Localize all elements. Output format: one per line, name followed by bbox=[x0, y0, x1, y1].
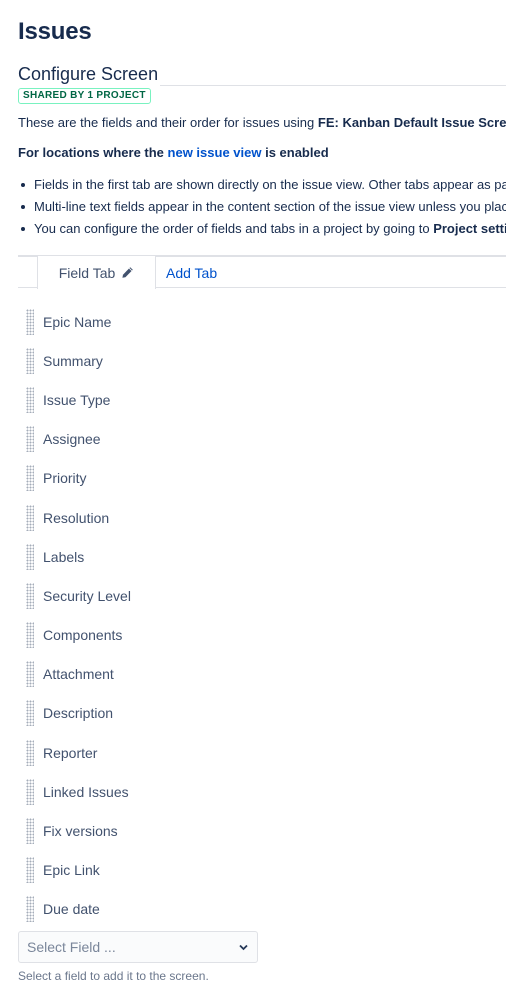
field-row-linked-issues[interactable]: Linked Issues bbox=[26, 772, 131, 811]
intro-screen-name: FE: Kanban Default Issue Screen bbox=[317, 115, 506, 130]
screen-title: Configure Screen bbox=[18, 64, 159, 84]
locations-prefix: For locations where the bbox=[18, 145, 168, 160]
intro-text: These are the fields and their order for… bbox=[18, 115, 506, 130]
field-row-description[interactable]: Description bbox=[26, 694, 131, 733]
field-label: Security Level bbox=[43, 587, 131, 604]
select-field-helper: Select a field to add it to the screen. bbox=[18, 969, 209, 983]
field-label: Summary bbox=[43, 352, 103, 369]
field-row-priority[interactable]: Priority bbox=[26, 459, 131, 498]
page-title: Issues bbox=[18, 18, 92, 45]
field-row-attachment[interactable]: Attachment bbox=[26, 655, 131, 694]
field-row-epic-name[interactable]: Epic Name bbox=[26, 302, 131, 341]
drag-handle-icon[interactable] bbox=[26, 308, 34, 335]
field-row-resolution[interactable]: Resolution bbox=[26, 498, 131, 537]
field-row-security-level[interactable]: Security Level bbox=[26, 576, 131, 615]
drag-handle-icon[interactable] bbox=[26, 504, 34, 531]
drag-handle-icon[interactable] bbox=[26, 347, 34, 374]
drag-handle-icon[interactable] bbox=[26, 543, 34, 570]
field-row-summary[interactable]: Summary bbox=[26, 341, 131, 380]
field-label: Fix versions bbox=[43, 823, 118, 840]
field-label: Due date bbox=[43, 901, 100, 918]
tab-field-tab[interactable]: Field Tab bbox=[37, 256, 156, 289]
bullet-multiline: Multi-line text fields appear in the con… bbox=[18, 196, 506, 218]
shared-badge[interactable]: SHARED BY 1 PROJECT bbox=[18, 88, 151, 104]
pencil-icon[interactable] bbox=[121, 266, 134, 279]
title-divider bbox=[160, 85, 506, 86]
field-label: Description bbox=[43, 705, 114, 722]
field-row-issue-type[interactable]: Issue Type bbox=[26, 380, 131, 419]
drag-handle-icon[interactable] bbox=[26, 896, 34, 923]
intro-prefix: These are the fields and their order for… bbox=[18, 115, 318, 130]
new-issue-view-link[interactable]: new issue view bbox=[168, 145, 262, 160]
info-bullet-list: Fields in the first tab are shown direct… bbox=[18, 174, 506, 240]
add-tab-button[interactable]: Add Tab bbox=[166, 265, 217, 281]
bullet-configure-text: You can configure the order of fields an… bbox=[34, 221, 434, 236]
field-label: Attachment bbox=[43, 666, 114, 683]
drag-handle-icon[interactable] bbox=[26, 739, 34, 766]
field-list: Epic Name Summary Issue Type Assignee Pr… bbox=[26, 302, 131, 929]
tab-field-tab-label: Field Tab bbox=[58, 264, 116, 281]
locations-suffix: is enabled bbox=[261, 145, 329, 160]
drag-handle-icon[interactable] bbox=[26, 661, 34, 688]
drag-handle-icon[interactable] bbox=[26, 582, 34, 609]
field-row-labels[interactable]: Labels bbox=[26, 537, 131, 576]
field-row-due-date[interactable]: Due date bbox=[26, 890, 131, 929]
locations-heading: For locations where the new issue view i… bbox=[18, 145, 506, 160]
field-row-epic-link[interactable]: Epic Link bbox=[26, 851, 131, 890]
drag-handle-icon[interactable] bbox=[26, 622, 34, 649]
bullet-first-tab: Fields in the first tab are shown direct… bbox=[18, 174, 506, 196]
field-label: Epic Name bbox=[43, 313, 112, 330]
drag-handle-icon[interactable] bbox=[26, 700, 34, 727]
bullet-configure: You can configure the order of fields an… bbox=[18, 218, 506, 240]
field-label: Issue Type bbox=[43, 391, 111, 408]
drag-handle-icon[interactable] bbox=[26, 857, 34, 884]
field-label: Priority bbox=[43, 470, 87, 487]
field-label: Resolution bbox=[43, 509, 110, 526]
tabs-bar: Field Tab Add Tab bbox=[18, 255, 506, 289]
drag-handle-icon[interactable] bbox=[26, 778, 34, 805]
field-label: Reporter bbox=[43, 744, 98, 761]
field-label: Assignee bbox=[43, 431, 101, 448]
field-row-fix-versions[interactable]: Fix versions bbox=[26, 811, 131, 850]
select-field-placeholder: Select Field ... bbox=[27, 939, 116, 955]
chevron-down-icon bbox=[239, 944, 248, 951]
field-label: Linked Issues bbox=[43, 783, 129, 800]
project-settings-link[interactable]: Project settir bbox=[433, 221, 506, 236]
field-row-reporter[interactable]: Reporter bbox=[26, 733, 131, 772]
field-label: Labels bbox=[43, 548, 85, 565]
field-row-components[interactable]: Components bbox=[26, 616, 131, 655]
drag-handle-icon[interactable] bbox=[26, 818, 34, 845]
drag-handle-icon[interactable] bbox=[26, 426, 34, 453]
select-field-dropdown[interactable]: Select Field ... bbox=[18, 931, 258, 963]
drag-handle-icon[interactable] bbox=[26, 465, 34, 492]
field-row-assignee[interactable]: Assignee bbox=[26, 420, 131, 459]
drag-handle-icon[interactable] bbox=[26, 386, 34, 413]
field-label: Components bbox=[43, 627, 123, 644]
field-label: Epic Link bbox=[43, 862, 100, 879]
